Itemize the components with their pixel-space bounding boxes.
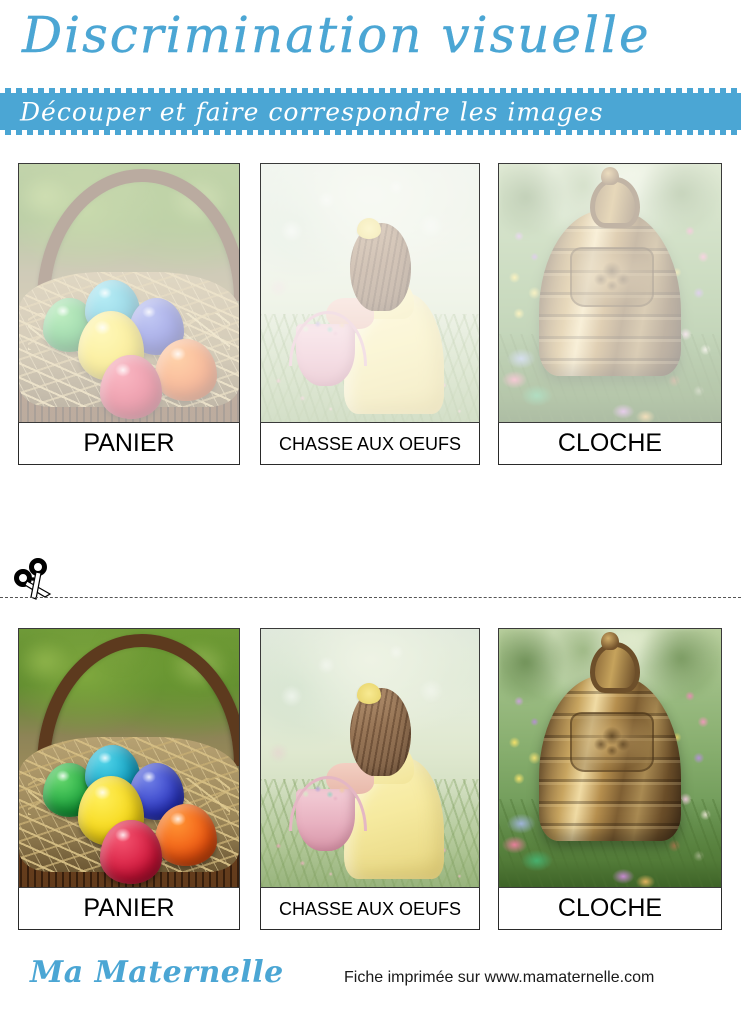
page-title: Discrimination visuelle bbox=[22, 6, 651, 64]
label-box: PANIER bbox=[18, 888, 240, 930]
image-bronze-bell-in-flower-garden bbox=[498, 628, 722, 888]
scissors-icon bbox=[14, 558, 52, 600]
card-panier-model[interactable]: PANIER bbox=[18, 163, 240, 465]
label-box: CHASSE AUX OEUFS bbox=[260, 423, 480, 465]
cut-line bbox=[0, 597, 741, 598]
card-panier-cutout[interactable]: PANIER bbox=[18, 628, 240, 930]
footer-note: Fiche imprimée sur www.mamaternelle.com bbox=[344, 969, 655, 986]
image-basket-with-colored-eggs bbox=[18, 628, 240, 888]
instruction-banner: Découper et faire correspondre les image… bbox=[0, 88, 741, 135]
card-chasse-aux-oeufs-cutout[interactable]: CHASSE AUX OEUFS bbox=[260, 628, 480, 930]
image-bronze-bell-in-flower-garden bbox=[498, 163, 722, 423]
site-logo: Ma Maternelle bbox=[30, 955, 284, 990]
image-girl-with-easter-basket bbox=[260, 163, 480, 423]
banner-bottom-dashes bbox=[0, 130, 741, 135]
banner-top-dashes bbox=[0, 88, 741, 93]
image-girl-with-easter-basket bbox=[260, 628, 480, 888]
label-box: PANIER bbox=[18, 423, 240, 465]
card-label-text: CHASSE AUX OEUFS bbox=[278, 898, 462, 919]
card-label-text: PANIER bbox=[83, 429, 175, 457]
card-label-text: CHASSE AUX OEUFS bbox=[278, 433, 462, 454]
card-cloche-cutout[interactable]: CLOCHE bbox=[498, 628, 722, 930]
instruction-text: Découper et faire correspondre les image… bbox=[20, 97, 604, 126]
label-box: CHASSE AUX OEUFS bbox=[260, 888, 480, 930]
card-cloche-model[interactable]: CLOCHE bbox=[498, 163, 722, 465]
card-label-text: PANIER bbox=[83, 894, 175, 922]
image-basket-with-colored-eggs bbox=[18, 163, 240, 423]
label-box: CLOCHE bbox=[498, 888, 722, 930]
card-chasse-aux-oeufs-model[interactable]: CHASSE AUX OEUFS bbox=[260, 163, 480, 465]
card-label-text: CLOCHE bbox=[557, 894, 663, 922]
label-box: CLOCHE bbox=[498, 423, 722, 465]
card-label-text: CLOCHE bbox=[557, 429, 663, 457]
